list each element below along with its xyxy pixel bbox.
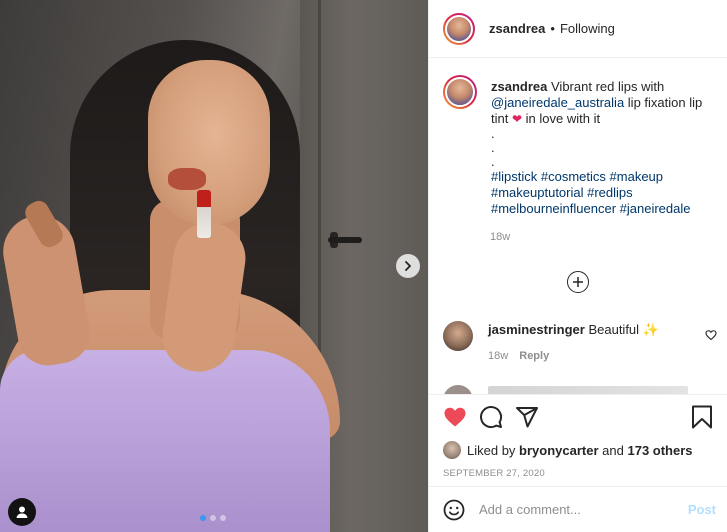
emoji-icon — [443, 499, 465, 520]
likes-text: Liked by bryonycarter and 173 others — [467, 443, 693, 458]
hashtag-makeuptutorial[interactable]: #makeuptutorial — [491, 185, 584, 200]
post-comment-button[interactable]: Post — [688, 502, 716, 517]
lilac-top — [0, 350, 330, 532]
comment-like-button[interactable] — [705, 329, 717, 341]
share-icon — [516, 407, 538, 428]
add-comment-bar: Post — [429, 486, 727, 532]
comment-text: Beautiful — [588, 322, 640, 337]
comment-input[interactable] — [479, 502, 688, 517]
likes-summary: Liked by bryonycarter and 173 others — [443, 439, 714, 461]
hashtag-melbourneinfluencer[interactable]: #melbourneinfluencer — [491, 201, 616, 216]
post-date[interactable]: SEPTEMBER 27, 2020 — [443, 468, 714, 479]
save-button[interactable] — [690, 405, 714, 429]
lips — [168, 168, 206, 190]
caption: zsandrea Vibrant red lips with @janeired… — [443, 75, 714, 217]
comments-section[interactable]: zsandrea Vibrant red lips with @janeired… — [429, 59, 727, 394]
commenter-username[interactable]: jasminestringer — [488, 322, 585, 337]
heart-emoji: ❤ — [511, 112, 523, 126]
likes-others-link[interactable]: 173 others — [627, 443, 692, 458]
comment-age[interactable]: 18w — [488, 350, 508, 362]
next-photo-button[interactable] — [396, 254, 420, 278]
following-button[interactable]: Following — [560, 21, 615, 36]
caption-dot-1: . — [491, 126, 495, 141]
comment-meta: 18w Reply — [488, 348, 688, 364]
heart-outline-icon — [705, 330, 717, 341]
caption-dot-2: . — [491, 140, 495, 155]
header-bullet: • — [550, 21, 555, 36]
author-avatar[interactable] — [443, 12, 475, 45]
caption-text-1: Vibrant red lips with — [551, 79, 665, 94]
partial-comment-item — [443, 385, 718, 394]
post-side-panel: zsandrea • Following zsandrea Vibrant re… — [428, 0, 727, 532]
hashtag-lipstick[interactable]: #lipstick — [491, 169, 537, 184]
caption-age[interactable]: 18w — [490, 231, 714, 243]
likes-prefix: Liked by — [467, 442, 516, 458]
partial-comment-text — [488, 386, 688, 394]
share-button[interactable] — [515, 405, 539, 429]
post-actions: Liked by bryonycarter and 173 others SEP… — [429, 394, 727, 486]
caption-dot-3: . — [491, 154, 495, 169]
caption-mention[interactable]: @janeiredale_australia — [491, 95, 624, 110]
comment-item: jasminestringer Beautiful ✨ 18w Reply — [443, 321, 718, 364]
hashtag-redlips[interactable]: #redlips — [587, 185, 633, 200]
caption-text: zsandrea Vibrant red lips with @janeired… — [491, 75, 711, 217]
load-more-comments-button[interactable] — [567, 271, 589, 293]
hashtag-cosmetics[interactable]: #cosmetics — [541, 169, 606, 184]
liker-username[interactable]: bryonycarter — [519, 443, 598, 458]
caption-author[interactable]: zsandrea — [491, 79, 547, 94]
comment-body: jasminestringer Beautiful ✨ 18w Reply — [488, 321, 688, 364]
emoji-button[interactable] — [443, 499, 465, 521]
lipstick-tube — [197, 190, 211, 238]
door-handle — [328, 237, 362, 243]
hashtag-janeiredale[interactable]: #janeiredale — [620, 201, 691, 216]
liker-avatar[interactable] — [443, 441, 461, 459]
carousel-dot-1 — [200, 515, 206, 521]
post-header: zsandrea • Following — [429, 0, 727, 58]
comment-button[interactable] — [479, 405, 503, 429]
author-username[interactable]: zsandrea — [489, 21, 545, 36]
caption-avatar[interactable] — [443, 75, 477, 109]
comment-icon — [480, 406, 503, 429]
carousel-indicator — [200, 515, 226, 521]
like-button[interactable] — [443, 405, 467, 429]
commenter-avatar[interactable] — [443, 321, 473, 351]
action-icons — [443, 395, 714, 439]
partial-commenter-avatar[interactable] — [443, 385, 473, 394]
add-circle-icon — [573, 277, 583, 287]
bookmark-icon — [692, 405, 712, 429]
sparkles-emoji: ✨ — [642, 322, 659, 337]
carousel-dot-2 — [210, 515, 216, 521]
hashtag-makeup[interactable]: #makeup — [610, 169, 663, 184]
chevron-right-icon — [405, 261, 411, 271]
carousel-dot-3 — [220, 515, 226, 521]
post-photo[interactable] — [0, 0, 428, 532]
heart-icon — [444, 407, 466, 427]
user-tag-button[interactable] — [8, 498, 36, 526]
user-tag-icon — [16, 506, 28, 518]
caption-text-3: in love with it — [525, 111, 601, 126]
likes-and: and — [602, 442, 624, 458]
reply-button[interactable]: Reply — [519, 350, 549, 362]
